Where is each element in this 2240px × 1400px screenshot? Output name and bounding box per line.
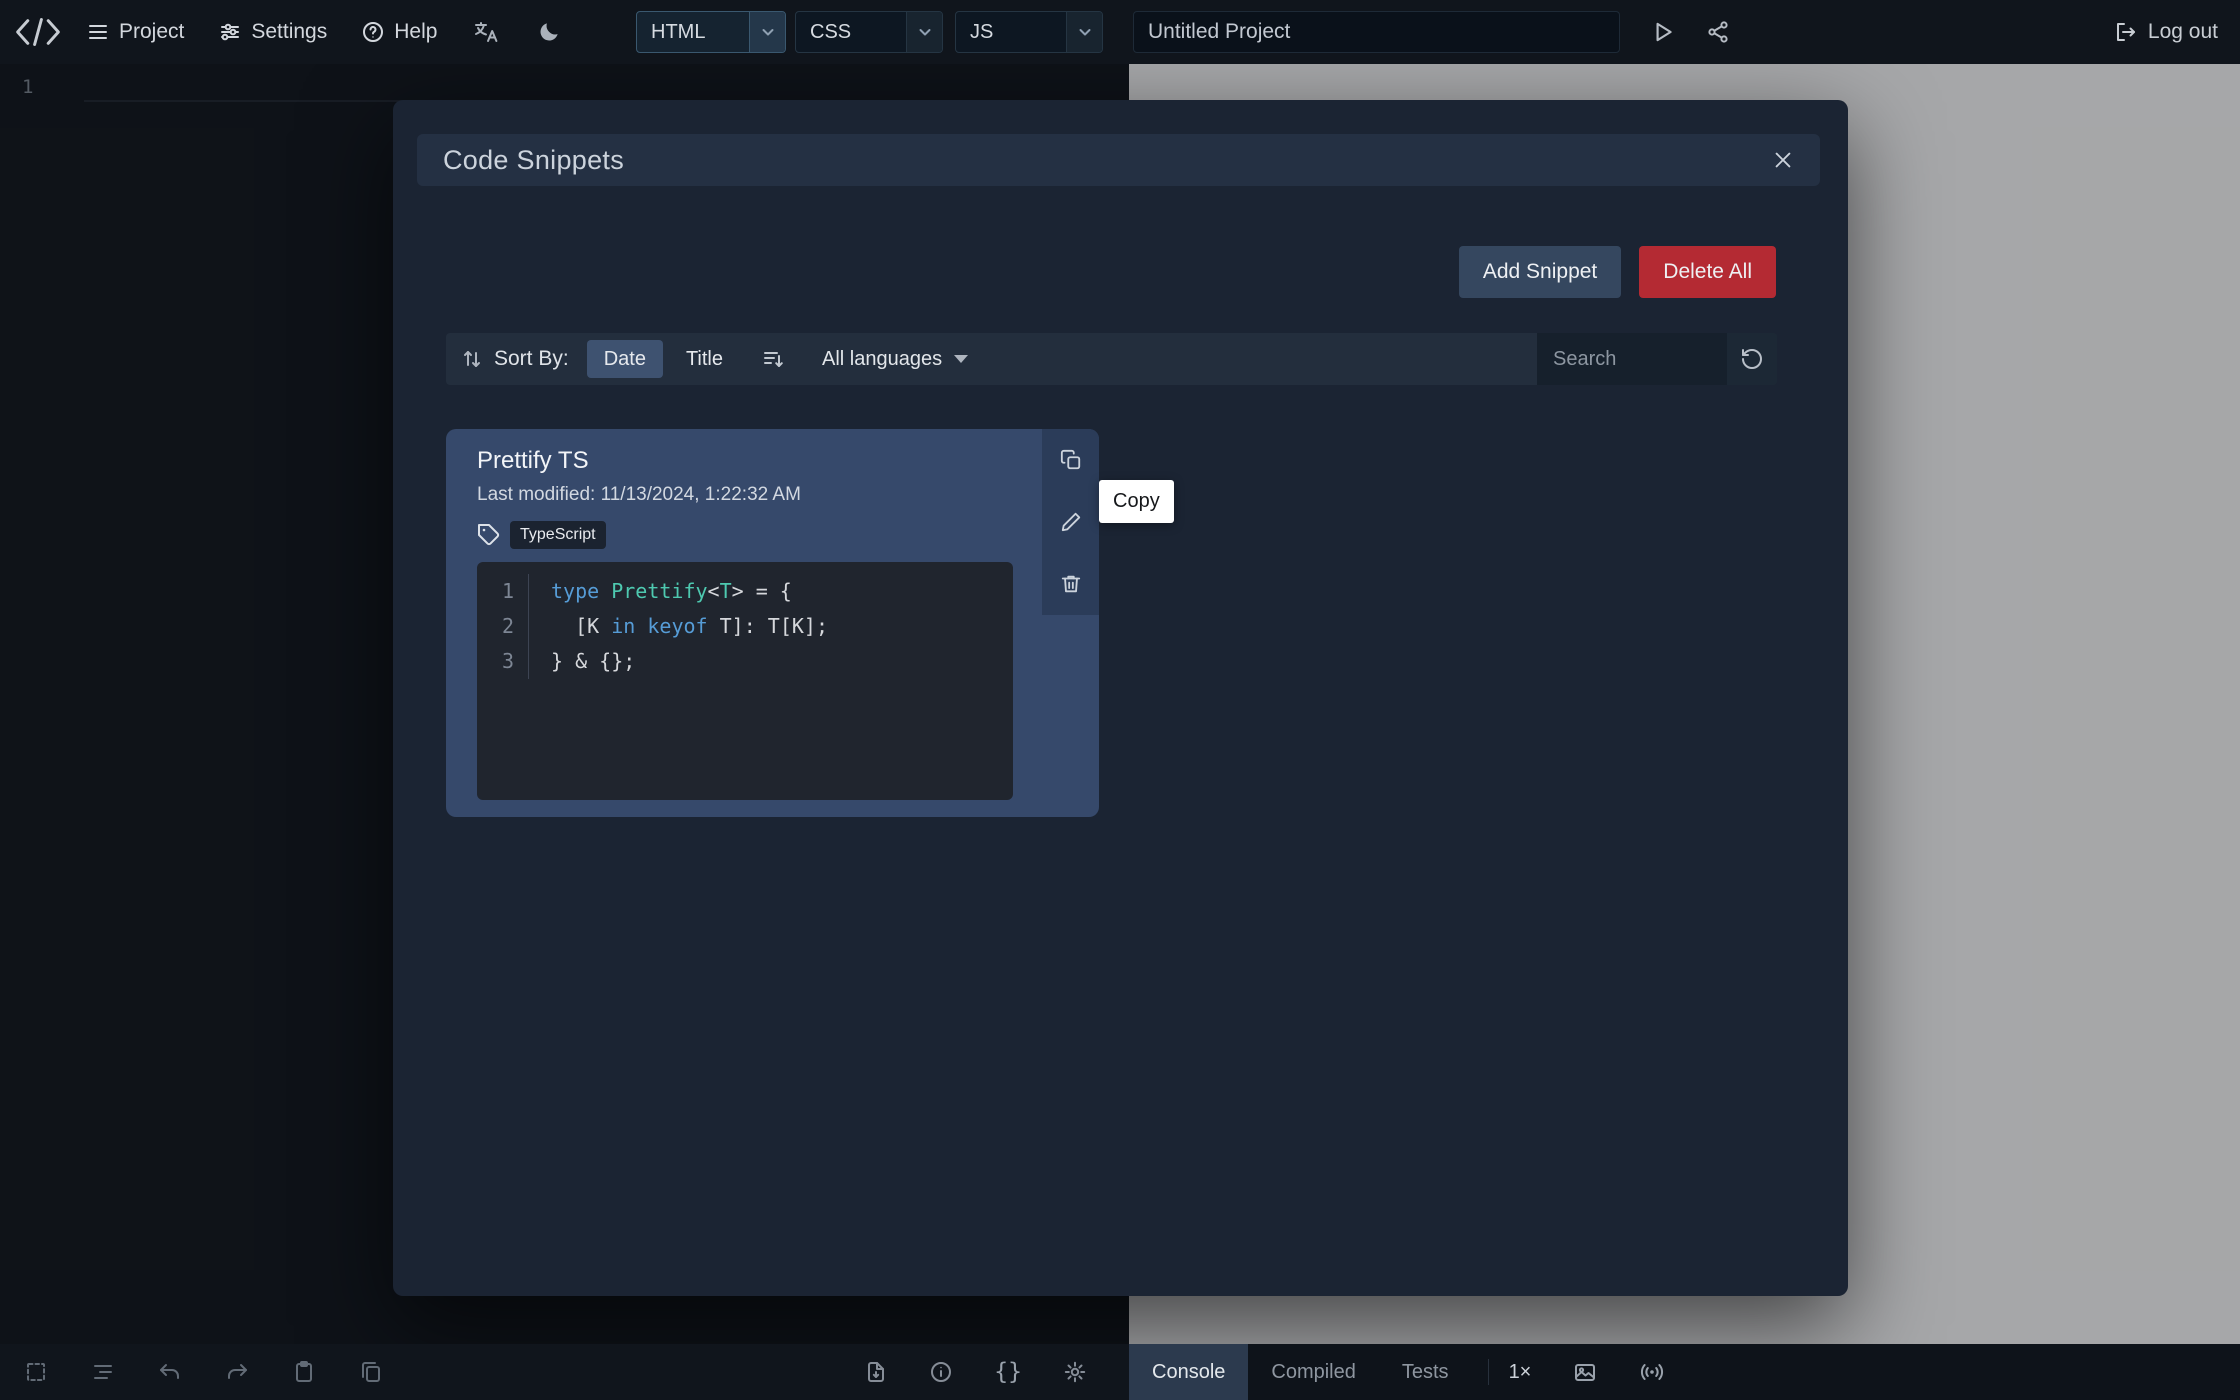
chevron-down-icon: [954, 354, 968, 364]
chevron-down-icon[interactable]: [749, 12, 785, 52]
hamburger-icon: [86, 20, 110, 44]
bottom-right-panel: Console Compiled Tests 1×: [1129, 1344, 2240, 1400]
close-icon[interactable]: [1772, 149, 1794, 171]
redo-icon[interactable]: [225, 1360, 249, 1384]
snippet-action-toolbar: [1042, 429, 1099, 615]
app-logo-icon: [12, 15, 64, 49]
dark-mode-moon-icon[interactable]: [537, 20, 561, 44]
code-snippets-modal: Code Snippets Add Snippet Delete All Sor…: [393, 100, 1848, 1296]
search-input[interactable]: [1537, 333, 1727, 385]
snippet-code-block: 1type Prettify<T> = {2 [K in keyof T]: T…: [477, 562, 1013, 800]
project-menu-label: Project: [119, 20, 184, 44]
trash-icon[interactable]: [1042, 553, 1099, 615]
translate-icon[interactable]: [473, 20, 499, 44]
selection-tool-icon[interactable]: [24, 1360, 48, 1384]
export-file-icon[interactable]: [864, 1360, 888, 1384]
tab-tests[interactable]: Tests: [1379, 1344, 1472, 1400]
duplicate-file-icon[interactable]: [359, 1360, 383, 1384]
clipboard-icon[interactable]: [292, 1360, 316, 1384]
code-line: 1type Prettify<T> = {: [477, 574, 1013, 609]
settings-menu-label: Settings: [251, 20, 327, 44]
help-menu[interactable]: Help: [361, 20, 437, 44]
edit-pencil-icon[interactable]: [1042, 491, 1099, 553]
tab-divider: [1488, 1359, 1489, 1385]
zoom-level[interactable]: 1×: [1509, 1361, 1532, 1384]
tab-compiled[interactable]: Compiled: [1248, 1344, 1378, 1400]
language-filter-dropdown[interactable]: All languages: [808, 338, 982, 380]
logout-button[interactable]: Log out: [2114, 0, 2218, 64]
info-icon[interactable]: [929, 1360, 953, 1384]
format-code-icon[interactable]: [91, 1360, 115, 1384]
broadcast-record-icon[interactable]: [1639, 1360, 1665, 1384]
add-snippet-button[interactable]: Add Snippet: [1459, 246, 1621, 298]
modal-actions: Add Snippet Delete All: [1459, 246, 1776, 298]
project-name-input[interactable]: [1133, 11, 1620, 53]
sort-title-button[interactable]: Title: [669, 340, 740, 378]
chevron-down-icon[interactable]: [906, 12, 942, 52]
sort-by-label: Sort By:: [494, 347, 569, 371]
settings-menu[interactable]: Settings: [218, 20, 327, 44]
html-pane-label: HTML: [637, 12, 749, 52]
language-filter-label: All languages: [822, 348, 942, 371]
css-pane-select[interactable]: CSS: [795, 11, 943, 53]
sort-filter-bar: Sort By: Date Title All languages: [446, 333, 1777, 385]
screenshot-image-icon[interactable]: [1573, 1360, 1597, 1384]
snippet-last-modified: Last modified: 11/13/2024, 1:22:32 AM: [477, 484, 1099, 506]
braces-icon[interactable]: {}: [994, 1361, 1022, 1384]
refresh-icon[interactable]: [1727, 333, 1777, 385]
sort-order-icon[interactable]: [752, 338, 794, 380]
css-pane-label: CSS: [796, 12, 906, 52]
js-pane-label: JS: [956, 12, 1066, 52]
sliders-icon: [218, 20, 242, 44]
copy-icon[interactable]: [1042, 429, 1099, 491]
snippet-card-body: Prettify TS Last modified: 11/13/2024, 1…: [446, 429, 1099, 800]
js-pane-select[interactable]: JS: [955, 11, 1103, 53]
help-menu-label: Help: [394, 20, 437, 44]
snippet-card[interactable]: Prettify TS Last modified: 11/13/2024, 1…: [446, 429, 1099, 817]
top-bar: Project Settings Help HTML: [0, 0, 2240, 64]
run-play-icon[interactable]: [1650, 19, 1676, 45]
logout-label: Log out: [2148, 20, 2218, 44]
html-pane-select[interactable]: HTML: [636, 11, 786, 53]
language-badge: TypeScript: [510, 521, 606, 549]
chevron-down-icon[interactable]: [1066, 12, 1102, 52]
share-icon[interactable]: [1706, 20, 1730, 44]
code-line: 3} & {};: [477, 644, 1013, 679]
copy-tooltip: Copy: [1099, 480, 1174, 523]
bottom-center-tools: {}: [864, 1360, 1087, 1384]
delete-all-button[interactable]: Delete All: [1639, 246, 1776, 298]
tab-console[interactable]: Console: [1129, 1344, 1248, 1400]
project-menu[interactable]: Project: [86, 20, 184, 44]
modal-title: Code Snippets: [443, 145, 624, 176]
snippet-title: Prettify TS: [477, 447, 1099, 475]
snippet-tags-row: TypeScript: [477, 521, 1099, 549]
undo-icon[interactable]: [158, 1360, 182, 1384]
code-line: 2 [K in keyof T]: T[K];: [477, 609, 1013, 644]
help-circle-icon: [361, 20, 385, 44]
bottom-bar: {} Console Compiled Tests 1×: [0, 1344, 2240, 1400]
gear-icon[interactable]: [1063, 1360, 1087, 1384]
bottom-left-tools: [24, 1360, 383, 1384]
logout-icon: [2114, 20, 2138, 44]
sort-arrows-icon: [460, 347, 484, 371]
modal-header: Code Snippets: [417, 134, 1820, 186]
sort-date-button[interactable]: Date: [587, 340, 663, 378]
tag-icon: [477, 523, 501, 547]
